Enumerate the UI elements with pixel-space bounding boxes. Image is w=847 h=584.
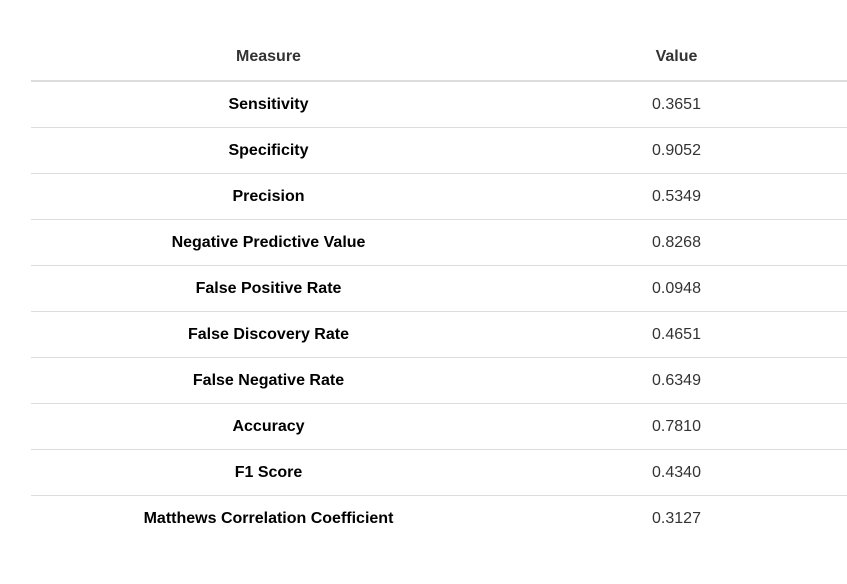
value-cell: 0.0948 (506, 265, 847, 312)
table-row: Sensitivity 0.3651 (31, 81, 847, 128)
table-row: Specificity 0.9052 (31, 127, 847, 174)
value-cell: 0.3127 (652, 509, 701, 527)
header-row: Measure Value (31, 34, 847, 82)
table-row: False Positive Rate 0.0948 (31, 265, 847, 312)
measure-cell: F1 Score (31, 449, 506, 496)
table-row: Matthews Correlation Coefficient 0.3127 (31, 496, 847, 542)
value-column-header: Value (506, 34, 847, 82)
measure-cell: False Discovery Rate (31, 311, 506, 358)
value-cell: 0.7810 (506, 403, 847, 450)
measure-cell: False Positive Rate (31, 265, 506, 312)
table-row: F1 Score 0.4340 (31, 449, 847, 496)
value-cell: 0.4651 (506, 311, 847, 358)
measure-cell: Negative Predictive Value (31, 219, 506, 266)
table-row: False Negative Rate 0.6349 (31, 357, 847, 404)
measure-cell: Accuracy (31, 403, 506, 450)
table-row: False Discovery Rate 0.4651 (31, 311, 847, 358)
value-cell: 0.5349 (506, 173, 847, 220)
measure-column-header: Measure (31, 34, 506, 82)
measure-cell: Specificity (31, 127, 506, 174)
measure-cell: Matthews Correlation Coefficient (143, 509, 394, 527)
table-row: Negative Predictive Value 0.8268 (31, 219, 847, 266)
table-header: Measure Value (31, 34, 847, 82)
table-row: Accuracy 0.7810 (31, 403, 847, 450)
value-cell: 0.6349 (506, 357, 847, 404)
measure-cell: Precision (31, 173, 506, 220)
metrics-table-container: Measure Value Sensitivity 0.3651 Specifi… (31, 34, 847, 541)
table-body: Sensitivity 0.3651 Specificity 0.9052 Pr… (31, 81, 847, 541)
table-row: Precision 0.5349 (31, 173, 847, 220)
value-cell: 0.8268 (506, 219, 847, 266)
value-cell: 0.4340 (506, 449, 847, 496)
measure-cell: False Negative Rate (31, 357, 506, 404)
metrics-table: Measure Value Sensitivity 0.3651 Specifi… (31, 34, 847, 541)
value-cell: 0.3651 (506, 81, 847, 128)
measure-cell: Sensitivity (31, 81, 506, 128)
value-cell: 0.9052 (506, 127, 847, 174)
